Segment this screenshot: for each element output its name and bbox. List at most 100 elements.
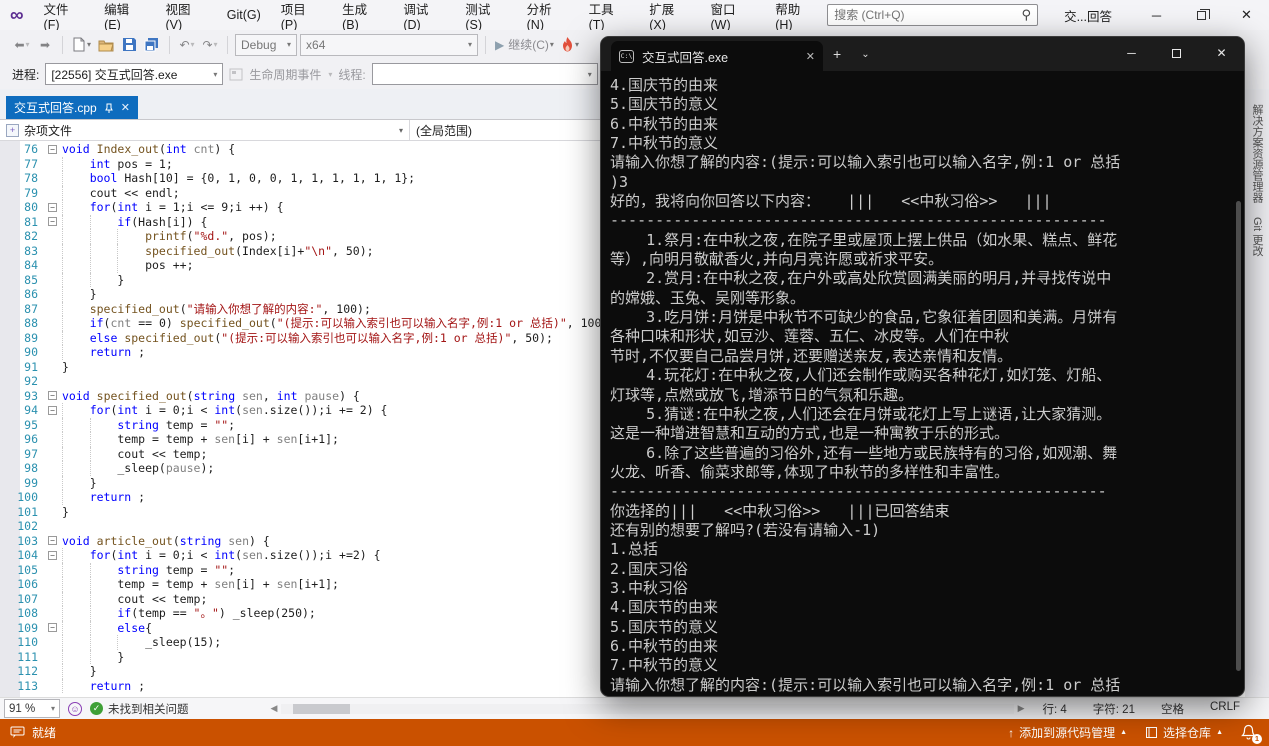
terminal-maximize-button[interactable] (1154, 37, 1199, 69)
terminal-line: 5.国庆节的意义 (610, 618, 1240, 637)
save-button[interactable] (119, 34, 139, 56)
line-number: 101 (0, 505, 46, 520)
lifecycle-events-button[interactable]: 生命周期事件 (249, 66, 321, 83)
side-tab[interactable]: Git 更改 (1249, 217, 1265, 256)
fold-margin[interactable]: − (46, 548, 62, 563)
indent-guide (117, 635, 145, 650)
terminal-line: 好的，我将向你回答以下内容： ||| <<中秋习俗>> ||| (610, 192, 1240, 211)
tab-dropdown-button[interactable]: ⌄ (851, 49, 879, 60)
redo-button[interactable]: ↷▾ (200, 34, 220, 56)
search-icon[interactable]: ⚲ (1022, 7, 1032, 23)
indent-guide (62, 403, 90, 418)
fold-margin[interactable]: − (46, 534, 62, 549)
fold-margin[interactable]: − (46, 621, 62, 636)
side-tab[interactable]: 解决方案资源管理器 (1249, 104, 1265, 203)
terminal-body[interactable]: 4.国庆节的由来5.国庆节的意义6.中秋节的由来7.中秋节的意义请输入你想了解的… (601, 71, 1244, 696)
fold-margin[interactable]: − (46, 142, 62, 157)
undo-button[interactable]: ↶▾ (177, 34, 197, 56)
terminal-tab-title: 交互式回答.exe (642, 47, 728, 66)
indent-guide (62, 461, 90, 476)
fold-collapse-icon[interactable]: − (48, 217, 57, 226)
navigate-forward-button[interactable]: ➡ (35, 34, 55, 56)
fold-margin (46, 258, 62, 273)
feedback-icon[interactable]: ☺ (68, 702, 82, 716)
new-file-button[interactable]: ▾ (70, 34, 93, 56)
line-number: 113 (0, 679, 46, 694)
tab-cpp-file[interactable]: 交互式回答.cpp ✕ (6, 96, 138, 119)
indent-guide (62, 215, 90, 230)
line-number: 79 (0, 186, 46, 201)
continue-button[interactable]: ▶ 继续(C) ▾ (493, 34, 556, 56)
fold-margin (46, 606, 62, 621)
fold-margin[interactable]: − (46, 389, 62, 404)
indent-guide (62, 592, 90, 607)
terminal-tab[interactable]: C:\ 交互式回答.exe ✕ (611, 41, 823, 71)
notifications-button[interactable]: 1 (1241, 724, 1259, 742)
terminal-minimize-button[interactable]: ─ (1109, 37, 1154, 69)
fold-collapse-icon[interactable]: − (48, 391, 57, 400)
play-icon: ▶ (495, 38, 504, 52)
platform-dropdown[interactable]: x64▾ (300, 34, 478, 56)
save-all-button[interactable] (142, 34, 162, 56)
terminal-line: 的嫦娥、玉兔、吴刚等形象。 (610, 289, 1240, 308)
caret-char: 字符: 21 (1093, 701, 1135, 717)
pin-icon[interactable] (104, 103, 114, 113)
fold-collapse-icon[interactable]: − (48, 551, 57, 560)
fold-collapse-icon[interactable]: − (48, 536, 57, 545)
tab-close-icon[interactable]: ✕ (121, 101, 130, 114)
fold-collapse-icon[interactable]: − (48, 203, 57, 212)
fold-margin (46, 374, 62, 389)
line-number: 98 (0, 461, 46, 476)
horizontal-scrollbar[interactable]: ◀ ▶ (267, 698, 1029, 719)
line-number: 86 (0, 287, 46, 302)
terminal-close-button[interactable]: ✕ (1199, 37, 1244, 69)
search-input[interactable] (834, 8, 1021, 22)
scroll-right-icon[interactable]: ▶ (1014, 703, 1029, 714)
terminal-line: 1.祭月:在中秋之夜,在院子里或屋顶上摆上供品（如水果、糕点、鲜花 (610, 231, 1240, 250)
fold-margin[interactable]: − (46, 215, 62, 230)
select-repository-button[interactable]: 选择仓库 ▲ (1145, 724, 1223, 741)
project-dropdown[interactable]: + 杂项文件 ▾ (0, 120, 410, 140)
chevron-up-icon: ▲ (1216, 729, 1223, 736)
terminal-window: C:\ 交互式回答.exe ✕ + ⌄ ─ ✕ 4.国庆节的由来5.国庆节的意义… (600, 36, 1245, 697)
indent-guide (90, 635, 118, 650)
menu-item[interactable]: Git(G) (217, 4, 271, 26)
indent-guide (62, 157, 90, 172)
process-dropdown[interactable]: [22556] 交互式回答.exe▾ (45, 63, 223, 85)
solution-config-dropdown[interactable]: Debug▾ (235, 34, 297, 56)
line-number: 92 (0, 374, 46, 389)
indent-guide (90, 258, 118, 273)
new-tab-button[interactable]: + (823, 46, 851, 62)
restore-icon (1197, 11, 1206, 20)
terminal-scrollbar[interactable] (1236, 201, 1241, 671)
fold-collapse-icon[interactable]: − (48, 623, 57, 632)
open-folder-button[interactable] (96, 34, 116, 56)
search-box[interactable]: ⚲ (827, 4, 1038, 26)
fold-collapse-icon[interactable]: − (48, 145, 57, 154)
indent-guide (62, 432, 90, 447)
close-button[interactable]: ✕ (1224, 0, 1269, 30)
scroll-left-icon[interactable]: ◀ (267, 703, 282, 714)
line-number: 97 (0, 447, 46, 462)
fold-collapse-icon[interactable]: − (48, 406, 57, 415)
add-to-source-control-button[interactable]: ↑ 添加到源代码管理 ▲ (1008, 724, 1127, 741)
terminal-tab-close-icon[interactable]: ✕ (806, 50, 815, 63)
scroll-thumb[interactable] (293, 704, 350, 714)
restore-button[interactable] (1179, 0, 1224, 30)
indent-guide (62, 447, 90, 462)
navigate-back-button[interactable]: ⬅▾ (12, 34, 32, 56)
thread-dropdown[interactable]: ▾ (372, 63, 598, 85)
eol-mode[interactable]: CRLF (1210, 701, 1240, 717)
terminal-title-bar[interactable]: C:\ 交互式回答.exe ✕ + ⌄ ─ ✕ (601, 37, 1244, 71)
fold-margin (46, 171, 62, 186)
editor-status-row: 91 %▾ ☺ ✓ 未找到相关问题 ◀ ▶ 行: 4 字符: 21 空格 CRL… (0, 697, 1269, 719)
tab-label: 交互式回答.cpp (14, 99, 97, 116)
minimize-button[interactable]: ─ (1134, 0, 1179, 30)
terminal-line: 2.赏月:在中秋之夜,在户外或高处欣赏圆满美丽的明月,并寻找传说中 (610, 269, 1240, 288)
zoom-dropdown[interactable]: 91 %▾ (4, 699, 60, 718)
line-number: 83 (0, 244, 46, 259)
hot-reload-button[interactable]: ▾ (559, 34, 581, 56)
fold-margin[interactable]: − (46, 403, 62, 418)
fold-margin[interactable]: − (46, 200, 62, 215)
indent-mode[interactable]: 空格 (1161, 701, 1184, 717)
